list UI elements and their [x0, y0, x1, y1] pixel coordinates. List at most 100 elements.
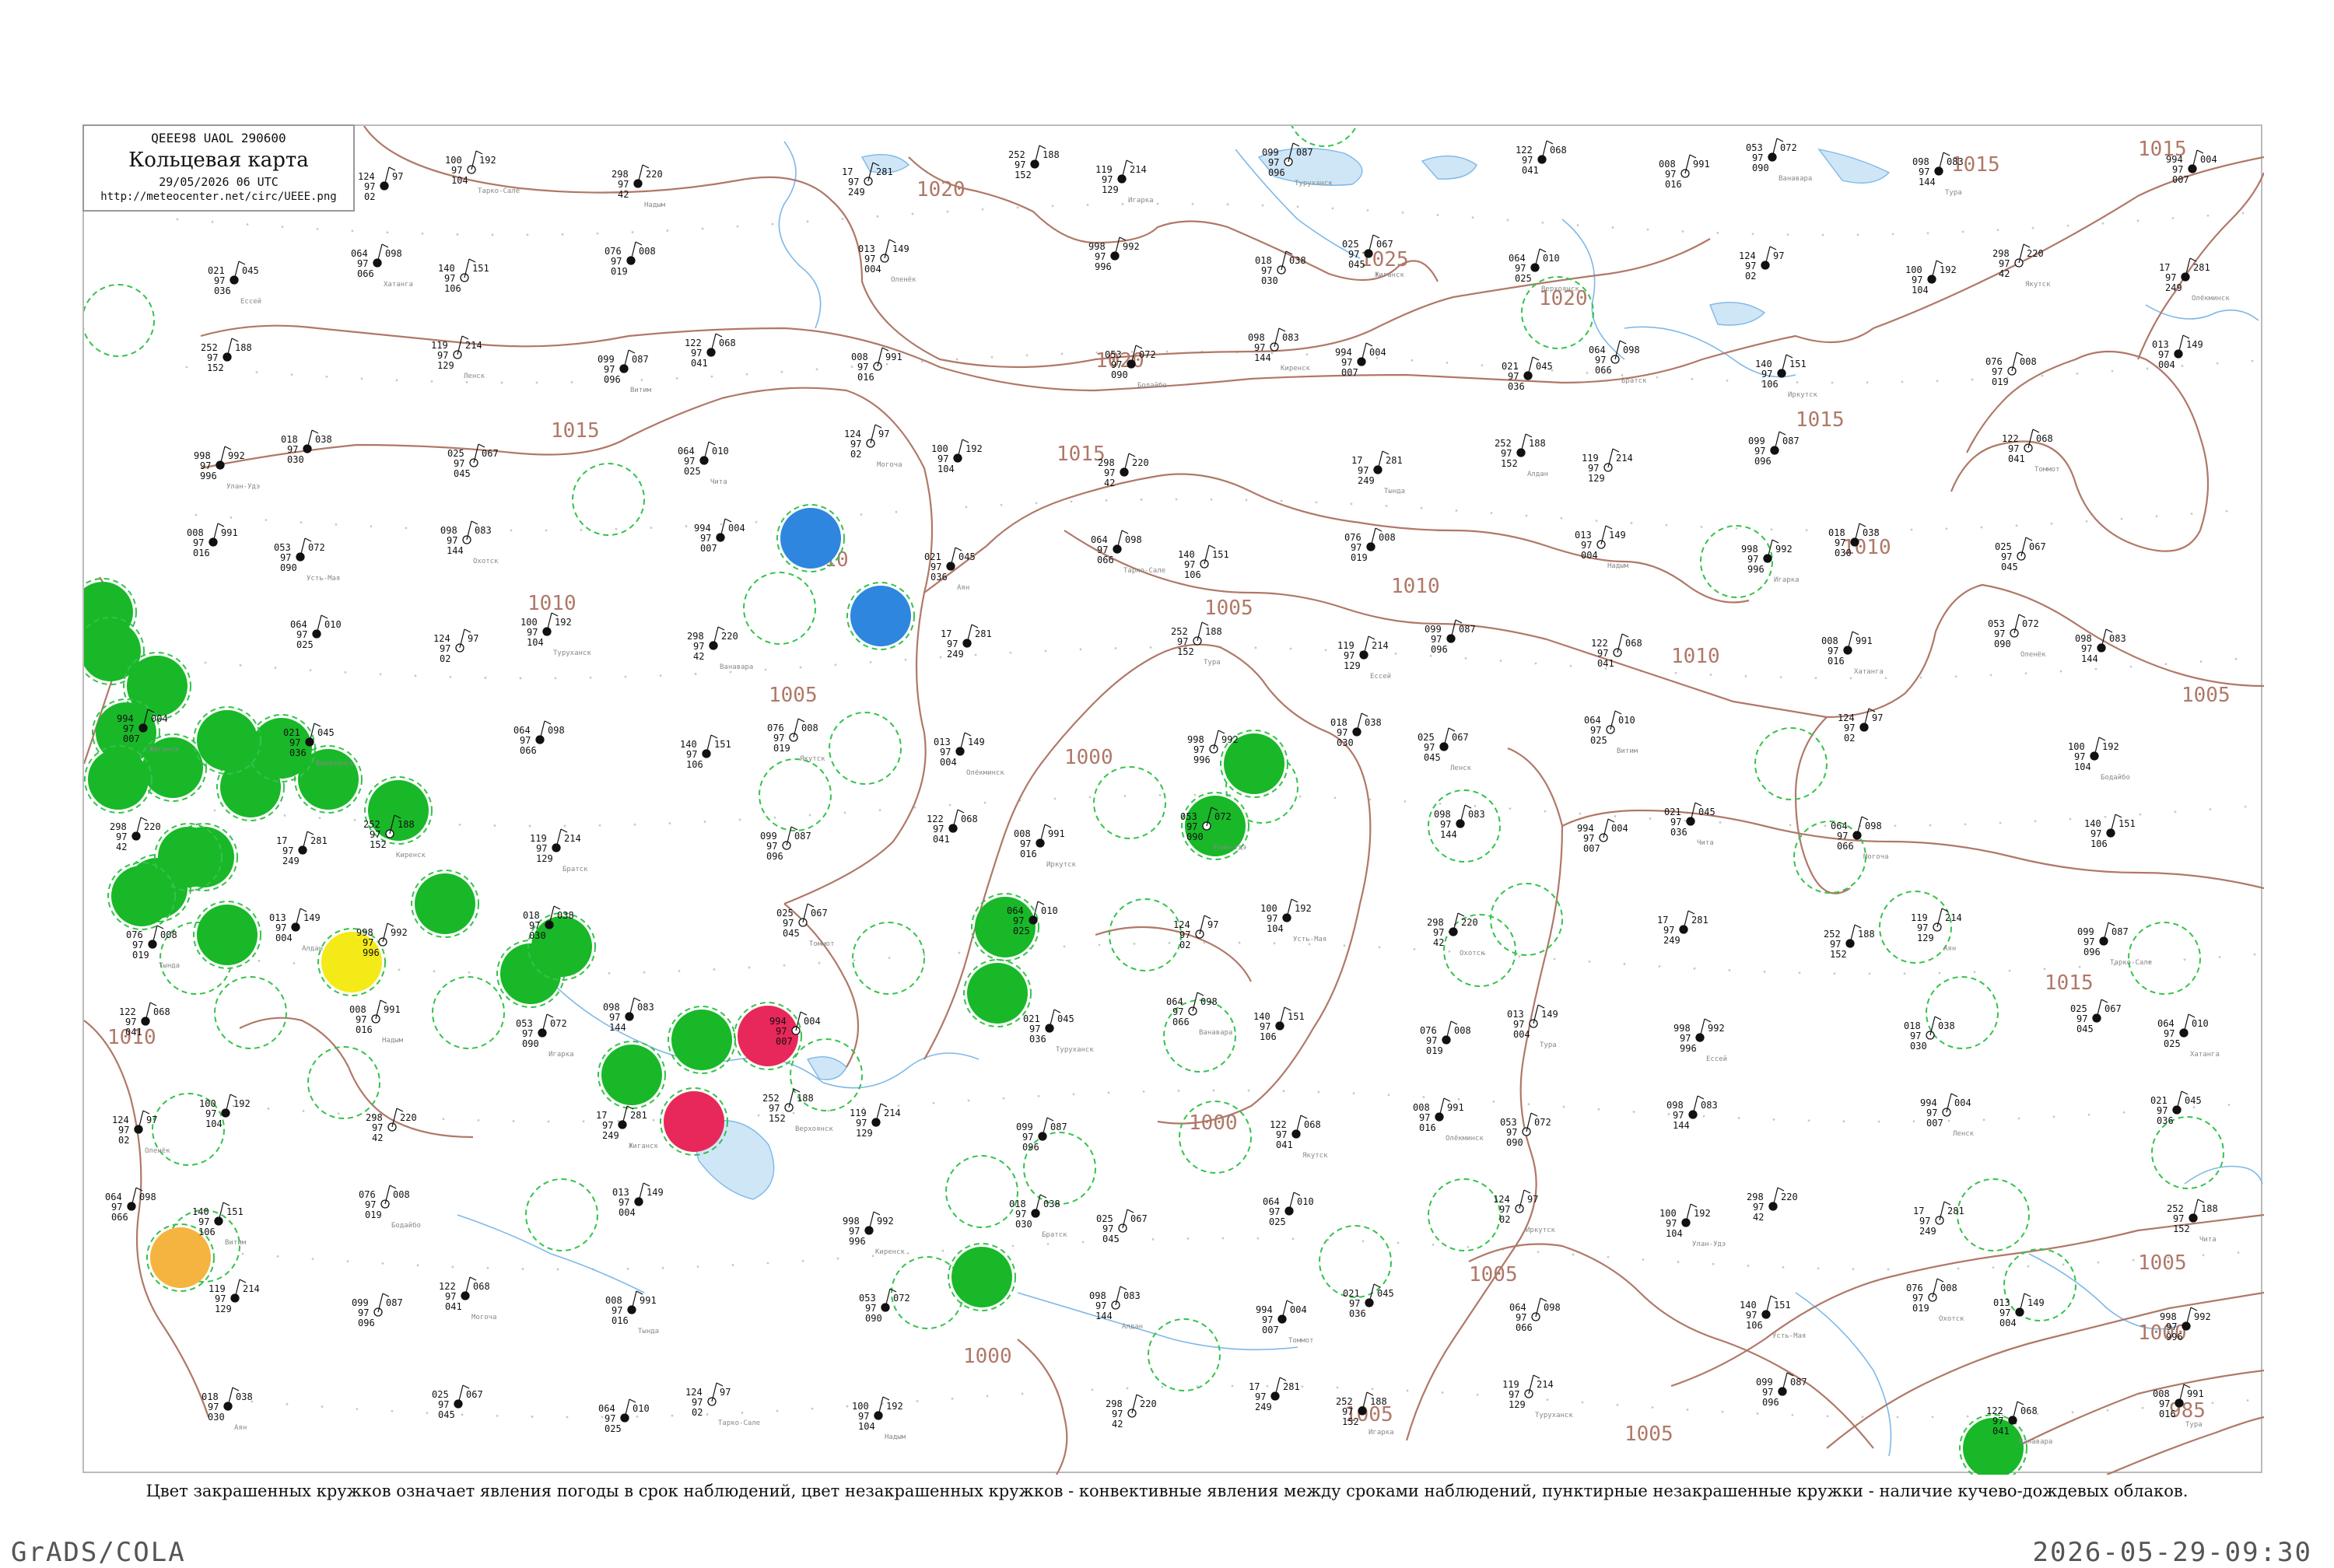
station-plot[interactable]: 021 04597036Аян	[924, 547, 976, 592]
station-plot[interactable]: 119 21497129	[850, 1103, 901, 1139]
rain-fill-marker[interactable]	[967, 963, 1028, 1024]
station-plot[interactable]: 17 28197249	[1913, 1201, 1964, 1237]
station-plot[interactable]: 119 21497129Аян	[1911, 908, 1962, 953]
station-plot[interactable]: 122 06897041Якутск	[1270, 1115, 1328, 1160]
station-plot[interactable]: 124 979702Могоча	[844, 424, 902, 469]
station-plot[interactable]: 064 09897066Ванавара	[1166, 992, 1232, 1037]
station-plot[interactable]: 998 99297996Улан-Удэ	[194, 446, 260, 491]
station-plot[interactable]: 008 99197016Тында	[605, 1290, 659, 1335]
station-plot[interactable]: 064 09897066	[1509, 1297, 1561, 1333]
station-plot[interactable]: 098 08397144	[603, 997, 654, 1033]
station-plot[interactable]: 17 28197249Жиганск	[596, 1105, 659, 1150]
station-plot[interactable]: 099 08797096Тарко-Сале	[2077, 922, 2152, 967]
thunder-red-marker[interactable]	[664, 1091, 724, 1152]
station-plot[interactable]: 100 19297104Улан-Удэ	[1659, 1203, 1726, 1248]
station-plot[interactable]: 298 2209742Ванавара	[687, 626, 753, 671]
station-plot[interactable]: 013 14997004	[2152, 334, 2203, 370]
station-plot[interactable]: 098 08397144	[2075, 628, 2126, 664]
station-plot[interactable]: 298 2209742	[110, 817, 161, 852]
station-plot[interactable]: 140 15197106	[2084, 814, 2136, 849]
station-plot[interactable]: 025 06797045	[1995, 537, 2046, 572]
station-plot[interactable]: 298 2209742Надым	[612, 164, 666, 209]
station-plot[interactable]: 122 06897041	[927, 809, 978, 845]
station-plot[interactable]: 025 06797045	[432, 1384, 483, 1420]
station-plot[interactable]: 099 08797096	[1425, 619, 1476, 655]
station-plot[interactable]: 100 19297104Туруханск	[520, 612, 591, 657]
station-plot[interactable]: 021 04597036Чита	[1664, 802, 1715, 847]
station-plot[interactable]: 998 99297996Киренск	[843, 1211, 906, 1256]
station-plot[interactable]: 100 19297104Усть-Мая	[1260, 898, 1326, 943]
station-plot[interactable]: 994 00497007	[694, 518, 745, 554]
station-plot[interactable]: 119 21497129	[1582, 448, 1633, 484]
station-plot[interactable]: 053 07297090	[859, 1288, 910, 1324]
station-plot[interactable]: 021 04597036	[1343, 1283, 1394, 1319]
source-url[interactable]: http://meteocenter.net/circ/UEEE.png	[84, 191, 353, 203]
station-plot[interactable]: 122 06897041Томмот	[2002, 429, 2060, 474]
station-plot[interactable]: 100 19297104	[1905, 260, 1957, 296]
map-canvas[interactable]: 1020 1025 1020 1020 1015 1015 1015 1015 …	[84, 126, 2264, 1475]
station-plot[interactable]: 021 04597036Ессей	[208, 261, 261, 306]
station-plot[interactable]: 100 19297104	[931, 439, 983, 474]
station-plot[interactable]: 17 28197249Олёкминск	[2159, 257, 2230, 303]
station-plot[interactable]: 298 2209742Охотск	[1427, 912, 1485, 957]
station-plot[interactable]: 008 99197016Олёкминск	[1413, 1097, 1484, 1143]
station-plot[interactable]: 298 2209742	[1747, 1187, 1798, 1223]
station-plot[interactable]: 064 01097025Витим	[1584, 710, 1638, 755]
station-plot[interactable]: 064 01097025	[290, 614, 342, 650]
station-plot[interactable]: 994 00497007Томмот	[1256, 1300, 1314, 1345]
station-plot[interactable]: 099 08797096	[352, 1293, 403, 1328]
station-plot[interactable]: 252 18897152Алдан	[1495, 433, 1548, 478]
rain-fill-marker[interactable]	[531, 916, 592, 977]
station-plot[interactable]: 025 06797045	[2070, 999, 2122, 1034]
station-plot[interactable]: 076 00897019Тында	[126, 925, 180, 970]
station-plot[interactable]: 100 19297104Надым	[852, 1396, 906, 1441]
station-plot[interactable]: 17 28197249	[1657, 910, 1708, 946]
station-plot[interactable]: 100 19297104Бодайбо	[2068, 737, 2130, 782]
station-plot[interactable]: 998 99297996	[356, 922, 408, 958]
station-plot[interactable]: 17 28197249	[1249, 1377, 1300, 1412]
station-plot[interactable]: 119 21497129Туруханск	[1502, 1374, 1573, 1419]
station-plot[interactable]: 025 06797045Томмот	[776, 903, 835, 948]
station-plot[interactable]: 076 00897019Охотск	[1906, 1278, 1964, 1323]
station-plot[interactable]: 021 04597036	[1502, 356, 1553, 392]
rain-fill-marker[interactable]	[158, 827, 219, 887]
station-plot[interactable]: 994 00497007	[1577, 818, 1628, 854]
station-plot[interactable]: 252 18897152	[201, 338, 252, 373]
station-plot[interactable]: 025 06797045Ленск	[1418, 727, 1472, 772]
station-plot[interactable]: 17 28197249	[276, 831, 328, 866]
station-plot[interactable]: 124 979702	[358, 166, 403, 202]
rain-fill-marker[interactable]	[601, 1045, 662, 1105]
synoptic-map[interactable]: 1020 1025 1020 1020 1015 1015 1015 1015 …	[82, 124, 2264, 1475]
station-plot[interactable]: 17 28197249Тында	[1351, 450, 1405, 495]
station-plot[interactable]: 076 00897019	[605, 241, 656, 277]
station-plot[interactable]: 119 21497129Игарка	[1095, 159, 1154, 205]
shower-blue-marker[interactable]	[850, 586, 911, 646]
station-plot[interactable]: 064 09897066Тарко-Сале	[1091, 530, 1165, 575]
station-plot[interactable]: 124 979702Иркутск	[1493, 1189, 1556, 1234]
station-plot[interactable]: 018 03897030Аян	[202, 1387, 253, 1432]
station-plot[interactable]: 021 04597036	[2150, 1090, 2202, 1126]
station-plot[interactable]: 064 09897066Могоча	[1831, 816, 1889, 861]
station-plot[interactable]: 008 99197016	[187, 523, 238, 558]
station-plot[interactable]: 100 19297104	[199, 1094, 251, 1129]
station-plot[interactable]: 17 28197249	[941, 624, 992, 660]
rain-fill-marker[interactable]	[111, 866, 172, 926]
station-plot[interactable]: 099 08797096	[1016, 1117, 1067, 1153]
station-plot[interactable]: 076 00897019	[1985, 352, 2037, 387]
station-plot[interactable]: 998 99297996Игарка	[1741, 539, 1800, 584]
station-plot[interactable]: 053 07297090Игарка	[516, 1013, 574, 1059]
station-plot[interactable]: 099 08797096Витим	[598, 349, 652, 394]
station-plot[interactable]: 298 2209742Якутск	[1992, 243, 2051, 289]
station-plot[interactable]: 252 18897152Тура	[1171, 621, 1222, 667]
station-plot[interactable]: 140 15197106	[438, 258, 489, 294]
station-plot[interactable]: 076 00897019Бодайбо	[359, 1185, 421, 1230]
station-plot[interactable]: 252 18897152	[1824, 924, 1875, 960]
station-plot[interactable]: 018 03897030	[1330, 712, 1382, 748]
station-plot[interactable]: 076 00897019Якутск	[767, 718, 825, 763]
station-plot[interactable]: 076 00897019	[1420, 1020, 1471, 1056]
station-plot[interactable]: 076 00897019	[1344, 527, 1396, 563]
station-plot[interactable]: 998 99297996Ессей	[1673, 1018, 1727, 1063]
station-plot[interactable]: 140 15197106	[1253, 1006, 1305, 1042]
station-plot[interactable]: 064 09897066	[105, 1187, 156, 1223]
station-plot[interactable]: 099 08797096	[760, 826, 811, 862]
